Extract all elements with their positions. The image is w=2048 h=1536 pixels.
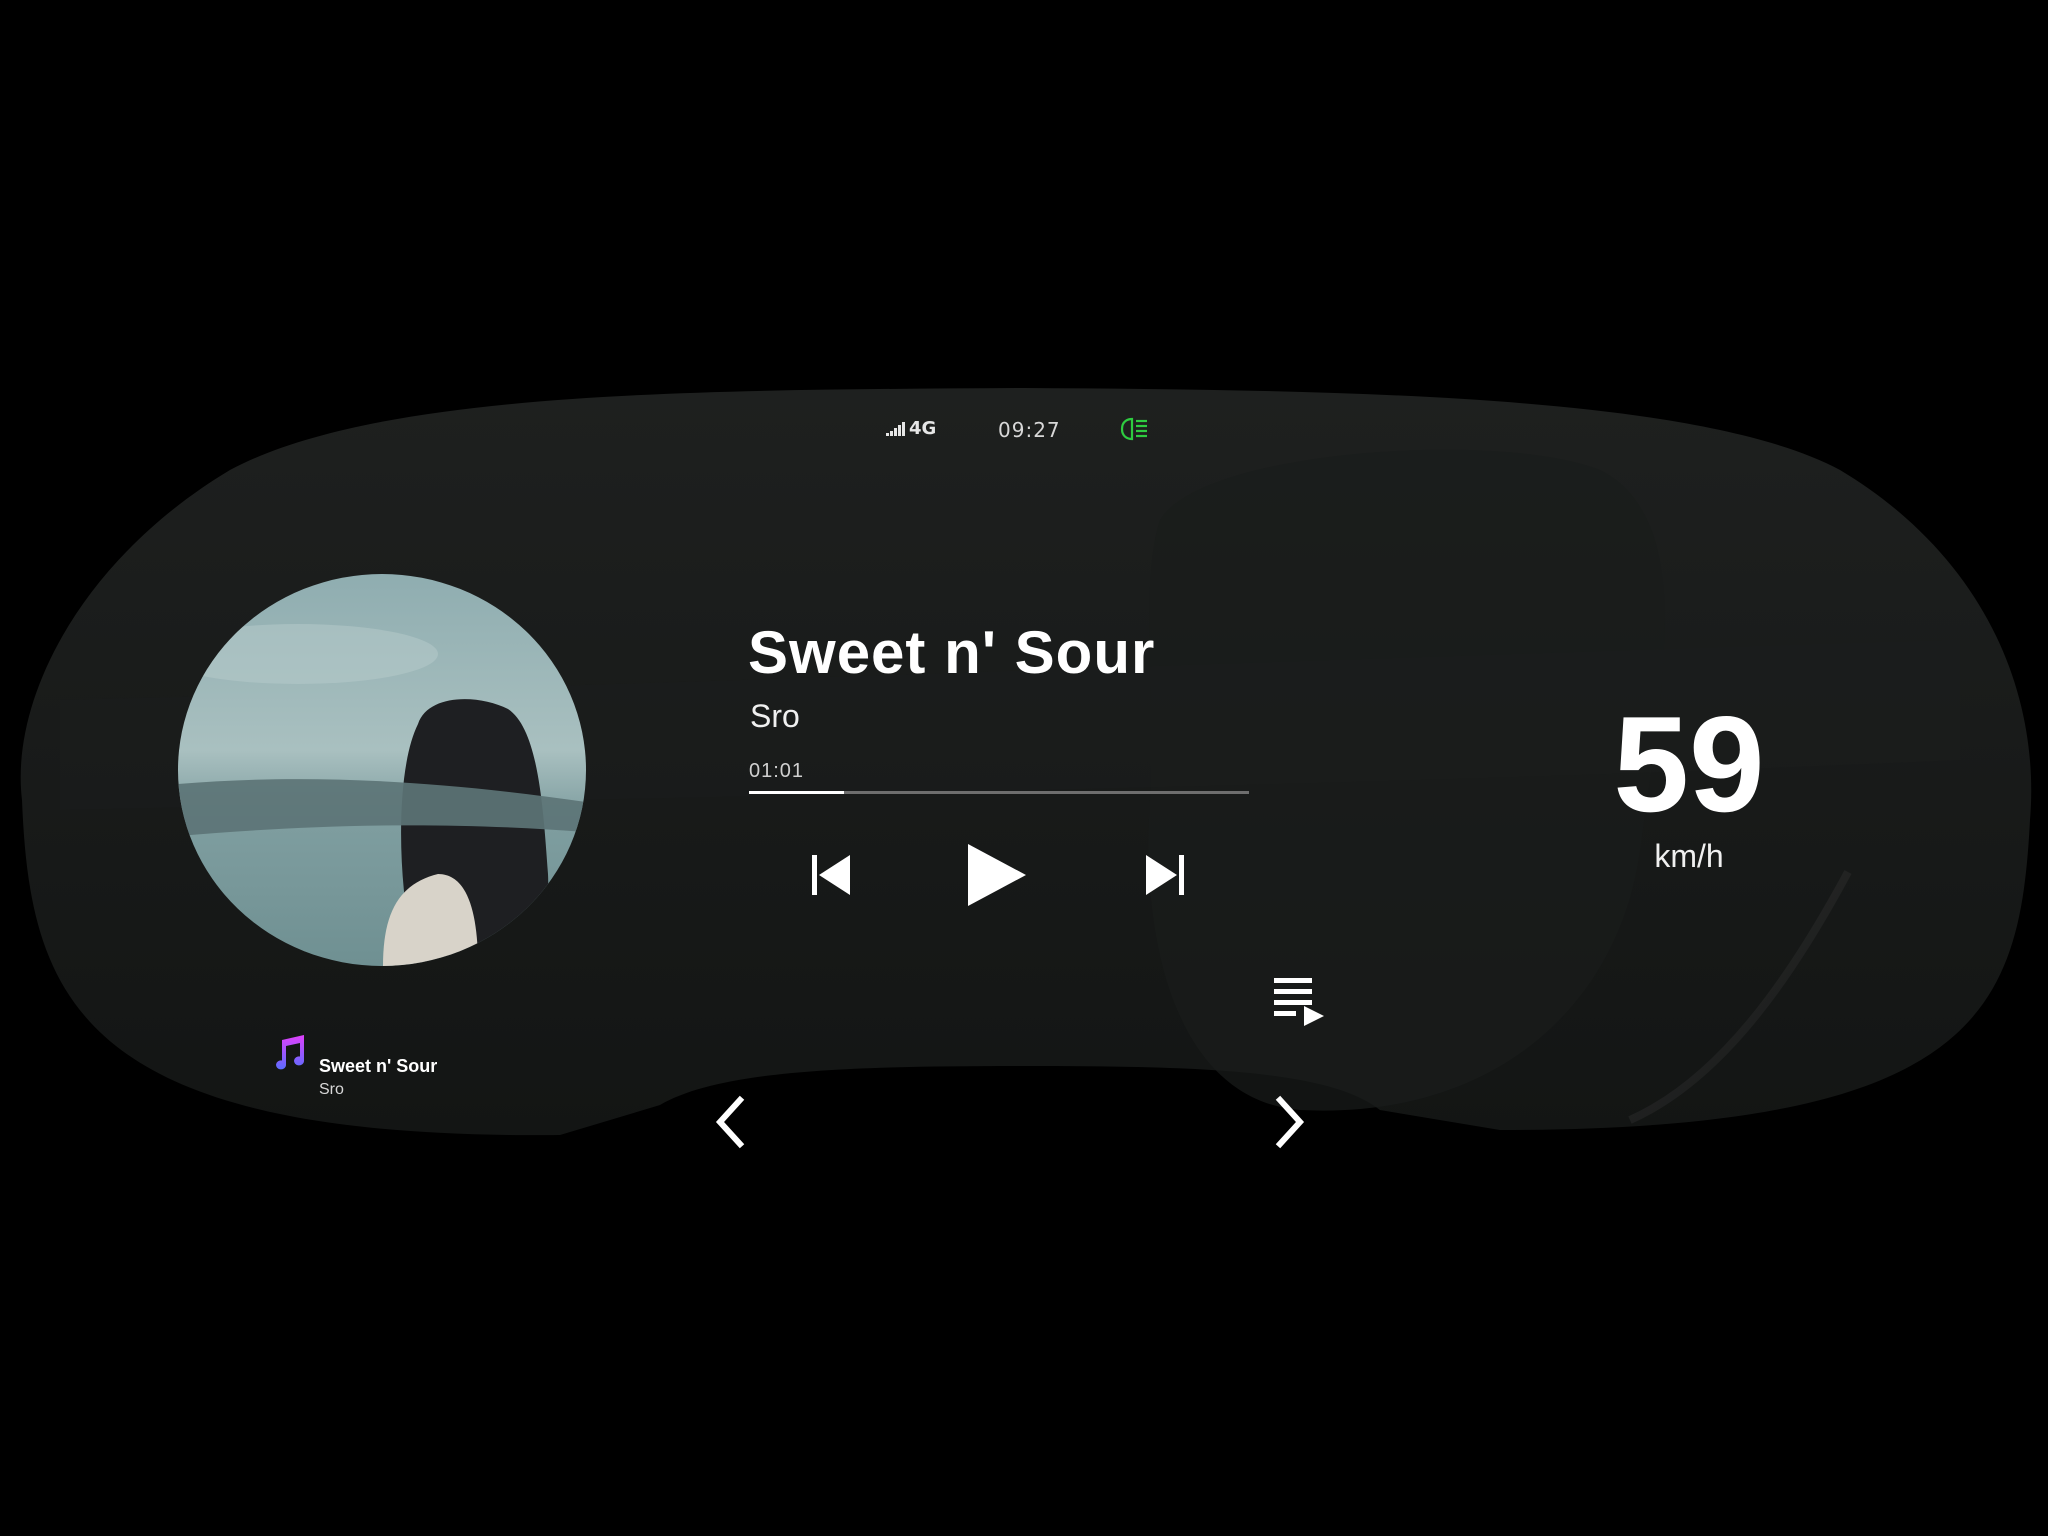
progress-bar-fill (749, 791, 844, 794)
mini-track-artist: Sro (319, 1081, 344, 1098)
status-bar: 4G 09:27 (0, 416, 2048, 446)
play-icon[interactable] (962, 840, 1032, 910)
clock: 09:27 (998, 418, 1061, 442)
mini-track-title: Sweet n' Sour (319, 1056, 438, 1076)
mini-now-playing[interactable]: Sweet n' Sour Sro (270, 1034, 530, 1104)
track-artist: Sro (750, 698, 800, 734)
network-type: 4G (909, 418, 937, 439)
skip-previous-icon[interactable] (808, 852, 854, 898)
chevron-left-icon[interactable] (710, 1094, 750, 1150)
queue-music-icon[interactable] (1272, 976, 1326, 1028)
skip-next-icon[interactable] (1142, 852, 1188, 898)
music-note-icon (276, 1035, 304, 1070)
speed-value: 59 (1613, 688, 1765, 840)
chevron-right-icon[interactable] (1270, 1094, 1310, 1150)
elapsed-time: 01:01 (749, 760, 805, 782)
speed-unit: km/h (1654, 838, 1724, 874)
low-beam-headlight-icon (1120, 417, 1147, 441)
signal-bars-icon (886, 422, 906, 436)
progress-bar[interactable] (749, 791, 1249, 794)
track-title: Sweet n' Sour (748, 619, 1156, 686)
instrument-cluster: 4G 09:27 Sweet n' Sour Sro 01:01 59 km/h… (0, 0, 2048, 1536)
album-art (178, 574, 586, 966)
